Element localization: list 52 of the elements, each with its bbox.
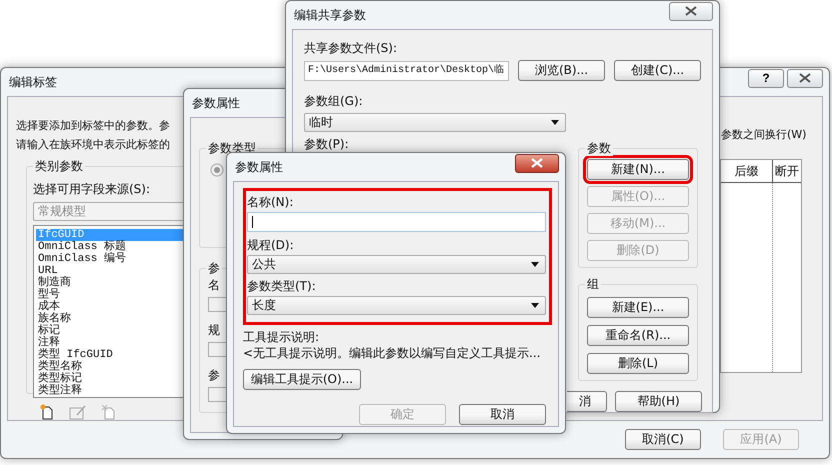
close-icon xyxy=(531,158,543,168)
wrap-option-label: 参数之间换行(W) xyxy=(721,127,808,143)
instruction-text: 请输入在族环境中表示此标签的 xyxy=(16,137,171,152)
field-label: 参数组(G): xyxy=(304,93,364,109)
window-title: 参数属性 xyxy=(191,94,240,112)
group-dropdown[interactable]: 临时 xyxy=(304,113,566,132)
file-button[interactable]: 浏览(B)... xyxy=(518,60,605,81)
field-label: 规程(D): xyxy=(247,237,295,253)
group-label: 参数 xyxy=(585,140,613,156)
window-title: 编辑标签 xyxy=(8,74,57,90)
radio-button[interactable] xyxy=(210,163,224,177)
dropdown-arrow-icon xyxy=(551,120,559,125)
discipline-dropdown[interactable]: 公共 xyxy=(247,255,546,274)
dropdown-arrow-icon xyxy=(531,262,539,267)
window-title: 编辑共享参数 xyxy=(293,6,366,24)
field-label: 参 xyxy=(208,367,220,383)
field-label: 名称(N): xyxy=(247,194,294,210)
instruction-text: 选择要添加到标签中的参数。参 xyxy=(16,118,171,133)
group-button[interactable]: 重命名(R)... xyxy=(587,325,689,346)
close-button[interactable] xyxy=(787,68,823,88)
field-label: 选择可用字段来源(S): xyxy=(33,181,152,197)
field-label: 规 xyxy=(208,322,220,338)
cancel-button[interactable]: 消 xyxy=(567,391,607,412)
group-button[interactable]: 新建(E)... xyxy=(587,297,689,318)
column-header: 断开 xyxy=(774,162,800,180)
new-document-icon[interactable] xyxy=(39,404,55,420)
file-button[interactable]: 创建(C)... xyxy=(614,60,701,81)
field-label: 共享参数文件(S): xyxy=(304,40,398,56)
close-button[interactable] xyxy=(669,2,713,20)
dialog-button[interactable]: 取消(C) xyxy=(625,429,701,450)
field-label: 参数类型(T): xyxy=(247,278,317,294)
help-button[interactable]: 帮助(H) xyxy=(615,391,702,412)
group-label: 组 xyxy=(585,276,601,292)
dropdown-arrow-icon xyxy=(531,303,539,308)
help-button[interactable]: ? xyxy=(748,68,784,88)
dialog-button[interactable]: 取消 xyxy=(459,404,546,425)
group-button[interactable]: 删除(L) xyxy=(587,353,689,374)
group-label: 参 xyxy=(206,260,222,276)
tooltip-label: 工具提示说明: xyxy=(243,329,320,345)
tooltip-text: <无工具提示说明。编辑此参数以编写自定义工具提示... xyxy=(243,345,542,361)
field-label: 参数(P): xyxy=(304,137,349,151)
parameter-type-dropdown[interactable]: 长度 xyxy=(247,296,546,315)
edit-tooltip-button[interactable]: 编辑工具提示(O)... xyxy=(243,369,361,390)
field-label: 名 xyxy=(208,277,220,293)
window-title: 参数属性 xyxy=(234,158,283,176)
name-input-field[interactable] xyxy=(247,212,546,232)
column-header: 后缀 xyxy=(721,160,773,182)
close-icon xyxy=(685,6,697,16)
group-label: 类别参数 xyxy=(33,158,85,174)
close-button[interactable] xyxy=(515,154,559,172)
close-icon xyxy=(799,73,811,83)
file-path-field[interactable]: F:\Users\Administrator\Desktop\临 xyxy=(304,60,509,80)
